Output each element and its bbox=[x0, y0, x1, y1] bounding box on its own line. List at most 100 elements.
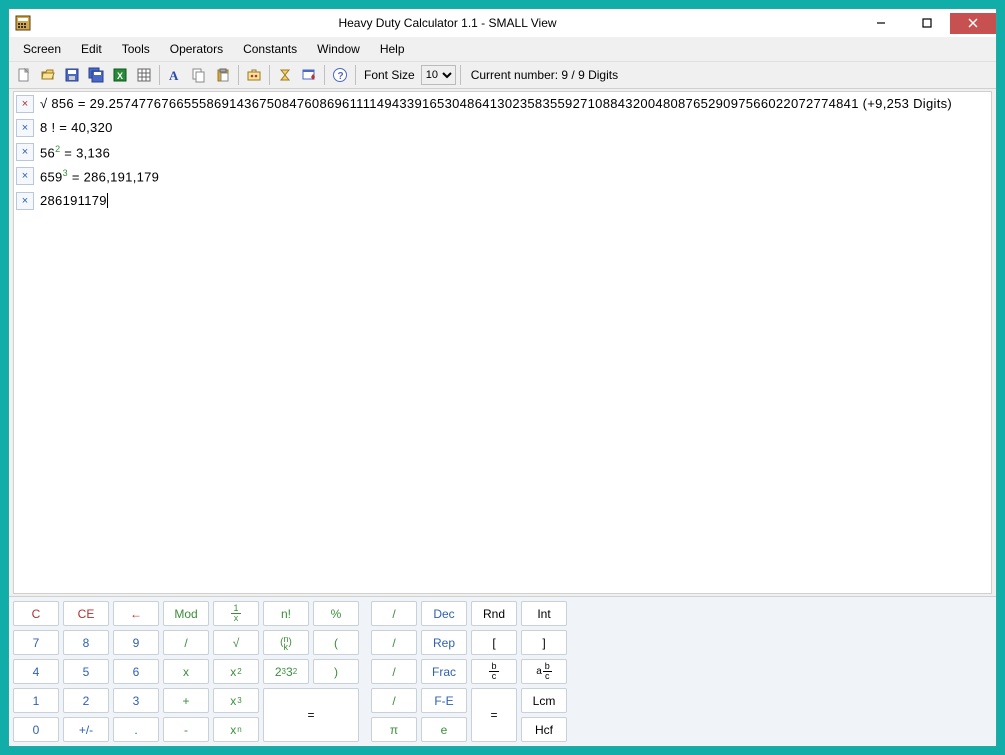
toolbar-separator bbox=[269, 65, 270, 85]
timer-icon[interactable] bbox=[274, 64, 296, 86]
key-r-equals[interactable]: = bbox=[471, 688, 517, 742]
key-frac[interactable]: Frac bbox=[421, 659, 467, 684]
history-expression: 562 = 3,136 bbox=[38, 141, 112, 163]
delete-line-button[interactable]: × bbox=[16, 192, 34, 210]
key-9[interactable]: 9 bbox=[113, 630, 159, 655]
menu-screen[interactable]: Screen bbox=[13, 39, 71, 59]
menu-operators[interactable]: Operators bbox=[160, 39, 233, 59]
key-prime-factor[interactable]: 2332 bbox=[263, 659, 309, 684]
toolbar-separator bbox=[159, 65, 160, 85]
key-r-slash-1[interactable]: / bbox=[371, 601, 417, 626]
key-rep[interactable]: Rep bbox=[421, 630, 467, 655]
key-add[interactable]: + bbox=[163, 688, 209, 713]
key-clear-entry[interactable]: CE bbox=[63, 601, 109, 626]
menu-constants[interactable]: Constants bbox=[233, 39, 307, 59]
svg-text:A: A bbox=[169, 68, 179, 83]
key-divide[interactable]: / bbox=[163, 630, 209, 655]
excel-icon[interactable]: X bbox=[109, 64, 131, 86]
key-rnd[interactable]: Rnd bbox=[471, 601, 517, 626]
close-button[interactable] bbox=[950, 13, 996, 34]
key-1[interactable]: 1 bbox=[13, 688, 59, 713]
key-mod[interactable]: Mod bbox=[163, 601, 209, 626]
key-reciprocal[interactable]: 1x bbox=[213, 601, 259, 626]
key-f-e[interactable]: F-E bbox=[421, 688, 467, 713]
toolbar-separator bbox=[460, 65, 461, 85]
key-a-b-over-c[interactable]: abc bbox=[521, 659, 567, 684]
help-icon[interactable]: ? bbox=[329, 64, 351, 86]
key-decimal[interactable]: . bbox=[113, 717, 159, 742]
key-dec[interactable]: Dec bbox=[421, 601, 467, 626]
copy-icon[interactable] bbox=[188, 64, 210, 86]
delete-line-button[interactable]: × bbox=[16, 119, 34, 137]
key-hcf[interactable]: Hcf bbox=[521, 717, 567, 742]
key-paren-close[interactable]: ) bbox=[313, 659, 359, 684]
window-icon[interactable] bbox=[298, 64, 320, 86]
key-percent[interactable]: % bbox=[313, 601, 359, 626]
keypad-right: /DecRndInt/Rep[]/Fracbcabc/F-E=LcmπeHcf bbox=[371, 601, 567, 742]
key-pi[interactable]: π bbox=[371, 717, 417, 742]
key-r-slash-2[interactable]: / bbox=[371, 630, 417, 655]
key-subtract[interactable]: - bbox=[163, 717, 209, 742]
table-icon[interactable] bbox=[133, 64, 155, 86]
key-backspace[interactable]: ← bbox=[113, 601, 159, 626]
key-4[interactable]: 4 bbox=[13, 659, 59, 684]
menu-help[interactable]: Help bbox=[370, 39, 415, 59]
key-lcm[interactable]: Lcm bbox=[521, 688, 567, 713]
menubar: ScreenEditToolsOperatorsConstantsWindowH… bbox=[9, 37, 996, 61]
key-power-n[interactable]: xn bbox=[213, 717, 259, 742]
key-2[interactable]: 2 bbox=[63, 688, 109, 713]
key-factorial[interactable]: n! bbox=[263, 601, 309, 626]
history-line: ×286191179 bbox=[14, 189, 991, 213]
key-8[interactable]: 8 bbox=[63, 630, 109, 655]
options-icon[interactable] bbox=[243, 64, 265, 86]
history-expression: 8 ! = 40,320 bbox=[38, 117, 115, 138]
menu-edit[interactable]: Edit bbox=[71, 39, 112, 59]
history-line: ×√ 856 = 29.2574776766555869143675084760… bbox=[14, 92, 991, 116]
key-square[interactable]: x2 bbox=[213, 659, 259, 684]
key-negate[interactable]: +/- bbox=[63, 717, 109, 742]
save-all-icon[interactable] bbox=[85, 64, 107, 86]
key-paren-open[interactable]: ( bbox=[313, 630, 359, 655]
new-icon[interactable] bbox=[13, 64, 35, 86]
font-size-select[interactable]: 10 bbox=[421, 65, 456, 85]
key-6[interactable]: 6 bbox=[113, 659, 159, 684]
key-b-over-c[interactable]: bc bbox=[471, 659, 517, 684]
key-equals[interactable]: = bbox=[263, 688, 359, 742]
key-int[interactable]: Int bbox=[521, 601, 567, 626]
key-7[interactable]: 7 bbox=[13, 630, 59, 655]
window-controls bbox=[858, 13, 996, 34]
toolbar-separator bbox=[238, 65, 239, 85]
status-text: Current number: 9 / 9 Digits bbox=[465, 68, 618, 82]
font-icon[interactable]: A bbox=[164, 64, 186, 86]
keypad: CCE←Mod1xn!%789/√(nk)(456xx22332)123+x3=… bbox=[9, 596, 996, 746]
key-3[interactable]: 3 bbox=[113, 688, 159, 713]
paste-icon[interactable] bbox=[212, 64, 234, 86]
titlebar: Heavy Duty Calculator 1.1 - SMALL View bbox=[9, 9, 996, 37]
open-icon[interactable] bbox=[37, 64, 59, 86]
delete-line-button[interactable]: × bbox=[16, 167, 34, 185]
svg-text:?: ? bbox=[338, 71, 344, 82]
key-e[interactable]: e bbox=[421, 717, 467, 742]
minimize-button[interactable] bbox=[858, 13, 904, 34]
app-icon bbox=[15, 15, 31, 31]
menu-window[interactable]: Window bbox=[307, 39, 370, 59]
key-0[interactable]: 0 bbox=[13, 717, 59, 742]
history-line: ×8 ! = 40,320 bbox=[14, 116, 991, 140]
save-icon[interactable] bbox=[61, 64, 83, 86]
key-cube[interactable]: x3 bbox=[213, 688, 259, 713]
key-r-slash-4[interactable]: / bbox=[371, 688, 417, 713]
history-line: ×6593 = 286,191,179 bbox=[14, 164, 991, 188]
key-bracket-close[interactable]: ] bbox=[521, 630, 567, 655]
key-bracket-open[interactable]: [ bbox=[471, 630, 517, 655]
key-multiply[interactable]: x bbox=[163, 659, 209, 684]
key-binomial[interactable]: (nk) bbox=[263, 630, 309, 655]
key-clear[interactable]: C bbox=[13, 601, 59, 626]
menu-tools[interactable]: Tools bbox=[112, 39, 160, 59]
maximize-button[interactable] bbox=[904, 13, 950, 34]
key-r-slash-3[interactable]: / bbox=[371, 659, 417, 684]
key-sqrt[interactable]: √ bbox=[213, 630, 259, 655]
delete-line-button[interactable]: × bbox=[16, 143, 34, 161]
delete-line-button[interactable]: × bbox=[16, 95, 34, 113]
key-5[interactable]: 5 bbox=[63, 659, 109, 684]
history-expression[interactable]: 286191179 bbox=[38, 190, 110, 211]
